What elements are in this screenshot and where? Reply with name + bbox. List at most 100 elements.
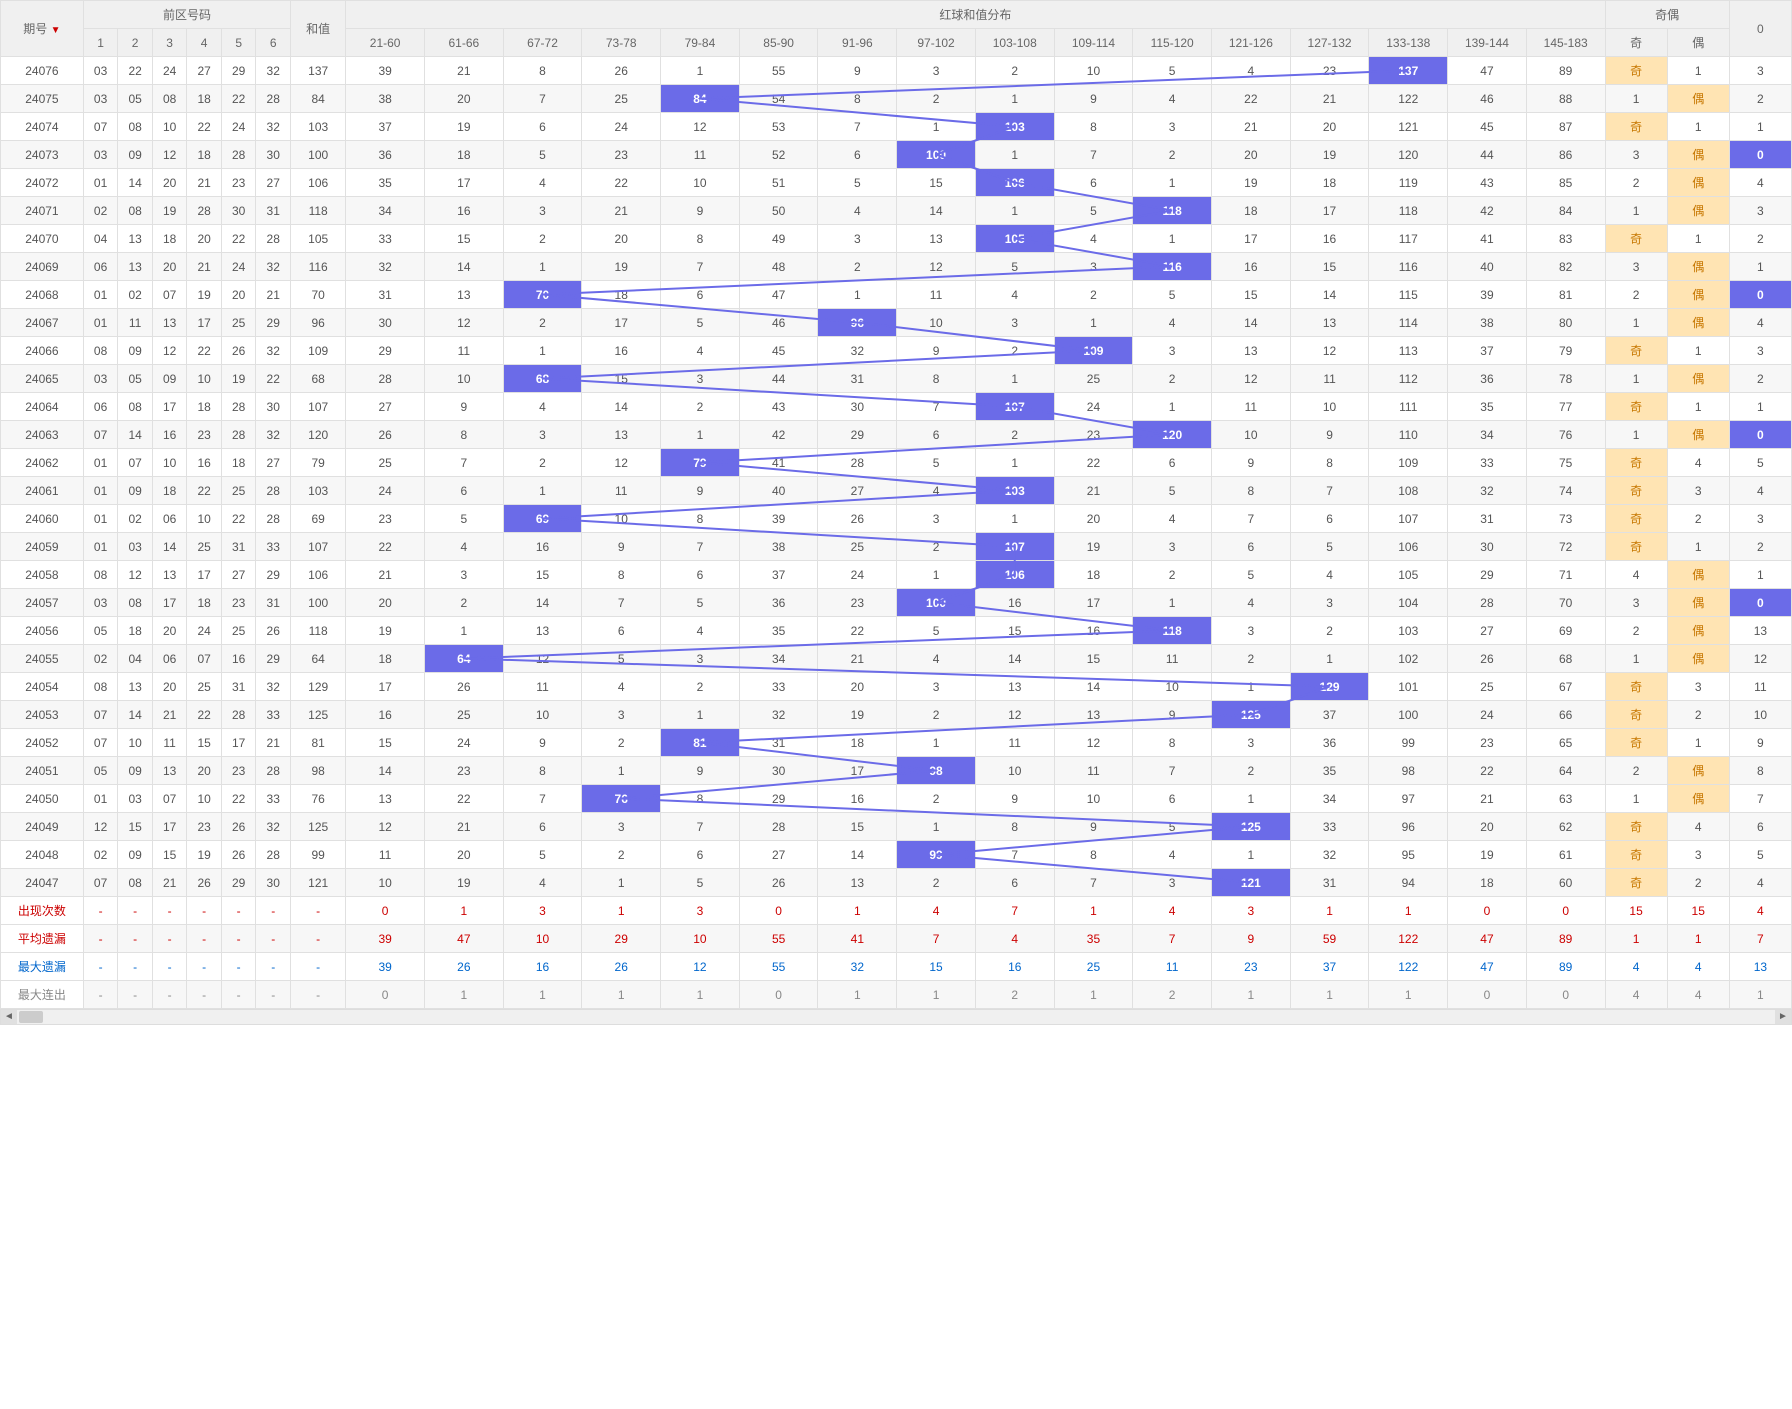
front-cell: 06 <box>83 253 118 281</box>
front-cell: 30 <box>256 141 291 169</box>
dist-cell: 89 <box>1526 57 1605 85</box>
dist-cell: 9 <box>1133 701 1212 729</box>
dist-cell: 6 <box>818 141 897 169</box>
dist-cell: 2 <box>975 421 1054 449</box>
front-cell: 28 <box>221 421 256 449</box>
period-cell: 24063 <box>1 421 84 449</box>
dist-cell: 2 <box>1290 617 1369 645</box>
dist-cell: 38 <box>739 533 818 561</box>
sum-cell: 81 <box>291 729 346 757</box>
dist-cell: 10 <box>424 365 503 393</box>
stat-cell: - <box>83 953 118 981</box>
front-cell: 01 <box>83 785 118 813</box>
even-cell: 偶 <box>1667 589 1729 617</box>
dist-cell: 6 <box>1290 505 1369 533</box>
front-cell: 29 <box>256 309 291 337</box>
dist-cell: 48 <box>739 253 818 281</box>
col-sum: 和值 <box>291 1 346 57</box>
front-cell: 10 <box>187 365 222 393</box>
stat-cell: 122 <box>1369 925 1448 953</box>
dist-cell: 66 <box>1526 701 1605 729</box>
stat-cell: 55 <box>739 953 818 981</box>
zero-cell: 8 <box>1729 757 1791 785</box>
front-cell: 02 <box>83 197 118 225</box>
table-row: 2405105091320232898142381930179810117235… <box>1 757 1792 785</box>
dist-cell: 72 <box>1526 533 1605 561</box>
front-cell: 06 <box>152 505 187 533</box>
front-cell: 25 <box>221 477 256 505</box>
front-cell: 24 <box>187 617 222 645</box>
odd-cell: 2 <box>1605 169 1667 197</box>
dist-cell: 100 <box>1369 701 1448 729</box>
dist-cell: 1 <box>897 561 976 589</box>
dist-cell: 1 <box>503 337 582 365</box>
front-cell: 32 <box>256 253 291 281</box>
stat-cell: 1 <box>897 981 976 1009</box>
period-cell: 24066 <box>1 337 84 365</box>
front-cell: 27 <box>221 561 256 589</box>
dist-cell: 5 <box>1133 57 1212 85</box>
dist-cell: 3 <box>818 225 897 253</box>
dist-cell: 15 <box>346 729 425 757</box>
front-cell: 29 <box>256 645 291 673</box>
dist-cell: 12 <box>503 645 582 673</box>
zero-cell: 1 <box>1729 113 1791 141</box>
stat-cell: - <box>187 897 222 925</box>
front-cell: 09 <box>118 757 153 785</box>
odd-cell: 2 <box>1605 757 1667 785</box>
dist-cell: 115 <box>1369 281 1448 309</box>
dist-cell: 1 <box>975 141 1054 169</box>
dist-cell: 3 <box>1212 729 1291 757</box>
dist-cell: 5 <box>661 589 740 617</box>
sum-cell: 106 <box>291 169 346 197</box>
dist-cell: 47 <box>1448 57 1527 85</box>
front-cell: 31 <box>256 197 291 225</box>
stat-cell: 47 <box>424 925 503 953</box>
parity-col-1: 偶 <box>1667 29 1729 57</box>
dist-cell: 11 <box>424 337 503 365</box>
dist-cell: 4 <box>897 645 976 673</box>
dist-cell: 10 <box>1290 393 1369 421</box>
front-col-5: 5 <box>221 29 256 57</box>
dist-cell: 14 <box>1212 309 1291 337</box>
dist-col-7: 97-102 <box>897 29 976 57</box>
col-period[interactable]: 期号 ▼ <box>1 1 84 57</box>
dist-cell: 46 <box>1448 85 1527 113</box>
dist-cell: 2 <box>897 85 976 113</box>
stat-row: 平均遗漏-------39471029105541743579591224789… <box>1 925 1792 953</box>
stat-row: 最大连出-------0111101121211100441 <box>1 981 1792 1009</box>
front-cell: 13 <box>152 561 187 589</box>
dist-cell: 9 <box>1290 421 1369 449</box>
dist-cell: 8 <box>1054 841 1133 869</box>
dist-cell: 23 <box>1290 57 1369 85</box>
front-cell: 08 <box>83 337 118 365</box>
front-cell: 09 <box>118 477 153 505</box>
dist-cell: 4 <box>1133 841 1212 869</box>
dist-cell: 14 <box>346 757 425 785</box>
front-cell: 21 <box>256 281 291 309</box>
dist-cell: 26 <box>346 421 425 449</box>
scroll-left-arrow[interactable]: ◄ <box>1 1010 17 1024</box>
table-row: 2405901031425313310722416973825210719365… <box>1 533 1792 561</box>
dist-cell: 8 <box>661 785 740 813</box>
sum-cell: 68 <box>291 365 346 393</box>
dist-cell: 6 <box>503 813 582 841</box>
dist-cell: 40 <box>739 477 818 505</box>
period-cell: 24069 <box>1 253 84 281</box>
odd-cell: 1 <box>1605 785 1667 813</box>
stat-cell: 1 <box>1054 897 1133 925</box>
horizontal-scrollbar[interactable]: ◄ ► <box>0 1009 1792 1025</box>
dist-cell: 6 <box>1133 785 1212 813</box>
odd-cell: 奇 <box>1605 813 1667 841</box>
scroll-right-arrow[interactable]: ► <box>1775 1010 1791 1024</box>
dist-cell: 11 <box>661 141 740 169</box>
front-cell: 25 <box>221 617 256 645</box>
stat-cell: 7 <box>1729 925 1791 953</box>
dist-cell: 3 <box>661 645 740 673</box>
dist-cell: 23 <box>1448 729 1527 757</box>
front-cell: 05 <box>83 757 118 785</box>
sum-cell: 79 <box>291 449 346 477</box>
even-cell: 偶 <box>1667 85 1729 113</box>
table-row: 2406201071016182779257212794128512269810… <box>1 449 1792 477</box>
scroll-thumb[interactable] <box>19 1011 43 1023</box>
